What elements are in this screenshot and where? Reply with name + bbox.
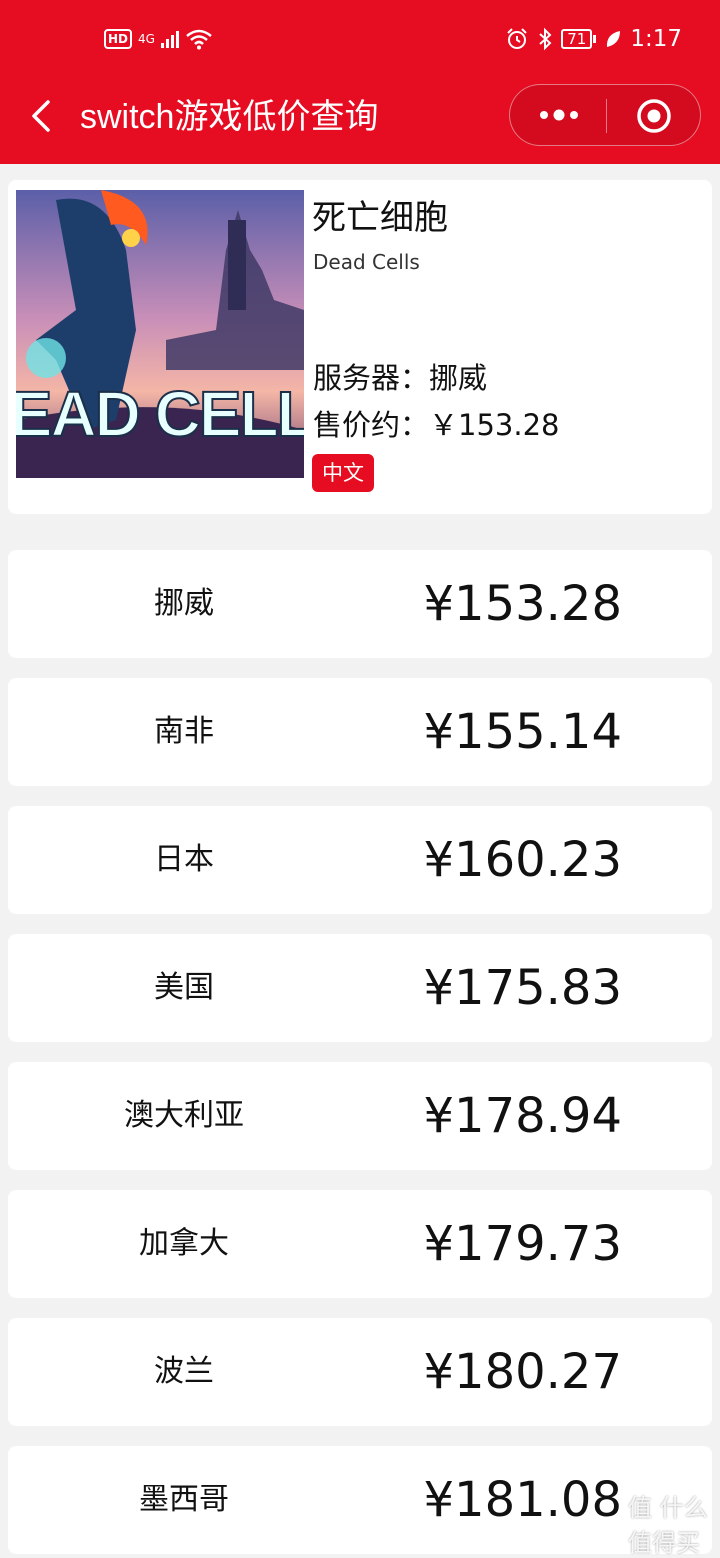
price-row[interactable]: 加拿大 ¥179.73 <box>8 1190 712 1298</box>
leaf-icon <box>607 31 621 47</box>
country-name: 波兰 <box>154 1354 214 1389</box>
country-price: ¥181.08 <box>423 1472 623 1528</box>
back-arrow-icon[interactable] <box>24 94 64 138</box>
alarm-icon <box>507 28 527 49</box>
country-name: 澳大利亚 <box>124 1098 244 1133</box>
price-row[interactable]: 澳大利亚 ¥178.94 <box>8 1062 712 1170</box>
price-row[interactable]: 美国 ¥175.83 <box>8 934 712 1042</box>
game-info-card[interactable]: DEAD CELLS 死亡细胞 Dead Cells 服务器：挪威 售价约：￥1… <box>8 180 712 514</box>
bluetooth-icon <box>539 27 552 51</box>
country-price: ¥179.73 <box>423 1216 623 1272</box>
game-cover-image: DEAD CELLS <box>16 190 304 478</box>
server-info: 服务器：挪威 <box>313 355 487 397</box>
price-row[interactable]: 挪威 ¥153.28 <box>8 550 712 658</box>
price-row[interactable]: 南非 ¥155.14 <box>8 678 712 786</box>
price-info: 售价约：￥153.28 <box>313 402 560 444</box>
country-price: ¥175.83 <box>423 960 623 1016</box>
country-price: ¥178.94 <box>423 1088 623 1144</box>
country-name: 加拿大 <box>139 1226 229 1261</box>
wifi-icon <box>186 29 212 50</box>
price-row[interactable]: 墨西哥 ¥181.08 <box>8 1446 712 1554</box>
navigation-bar: switch游戏低价查询 <box>0 84 720 150</box>
miniprogram-capsule <box>509 84 701 146</box>
signal-icon <box>160 30 179 48</box>
country-name: 挪威 <box>154 586 214 621</box>
hd-indicator: HD <box>104 29 133 49</box>
game-english-title: Dead Cells <box>313 250 420 274</box>
clock: 1:17 <box>630 26 682 52</box>
price-value: ￥153.28 <box>429 408 560 442</box>
price-label: 售价约： <box>313 408 430 442</box>
country-price: ¥180.27 <box>423 1344 623 1400</box>
title-bar: HD 4G 71 1:17 switch游戏低价查询 <box>0 0 720 164</box>
network-type: 4G <box>138 32 155 46</box>
server-label: 服务器： <box>313 361 430 395</box>
battery-icon: 71 <box>561 29 597 49</box>
country-price: ¥153.28 <box>423 576 623 632</box>
watermark: 值 什么值得买 <box>628 1494 708 1557</box>
country-price: ¥160.23 <box>423 832 623 888</box>
country-name: 墨西哥 <box>139 1482 229 1517</box>
server-value: 挪威 <box>429 361 488 395</box>
language-badge: 中文 <box>312 454 374 492</box>
country-name: 南非 <box>154 714 214 749</box>
close-miniprogram-icon[interactable] <box>636 98 672 134</box>
page-title: switch游戏低价查询 <box>80 98 379 136</box>
country-name: 日本 <box>154 842 214 877</box>
status-bar: HD 4G 71 1:17 <box>0 22 720 62</box>
country-price: ¥155.14 <box>423 704 623 760</box>
cover-logo-text: DEAD CELLS <box>16 378 304 450</box>
price-row[interactable]: 波兰 ¥180.27 <box>8 1318 712 1426</box>
capsule-divider <box>606 99 607 133</box>
game-title: 死亡细胞 <box>312 198 448 238</box>
price-row[interactable]: 日本 ¥160.23 <box>8 806 712 914</box>
country-name: 美国 <box>154 970 214 1005</box>
battery-level: 71 <box>561 29 593 49</box>
more-dots-icon[interactable] <box>538 103 580 127</box>
